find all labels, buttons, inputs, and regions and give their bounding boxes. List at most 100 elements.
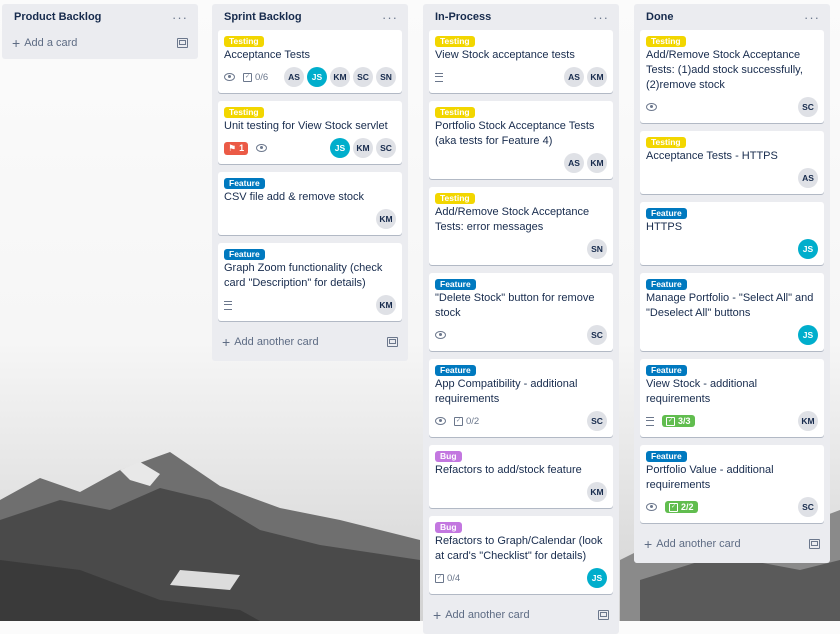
watch-badge bbox=[256, 144, 268, 152]
avatar[interactable]: KM bbox=[376, 209, 396, 229]
card-title: View Stock - additional requirements bbox=[646, 378, 758, 405]
card-members: AS JS KM SC SN bbox=[284, 67, 396, 87]
checklist-icon: ✓ bbox=[666, 416, 675, 426]
card-footer: KM bbox=[435, 481, 607, 503]
add-card-wrapper: + Add another card bbox=[222, 334, 319, 350]
avatar[interactable]: KM bbox=[330, 67, 350, 87]
watch-badge bbox=[646, 503, 657, 511]
card-footer: SC bbox=[435, 324, 607, 346]
card-members: SC bbox=[587, 325, 607, 345]
avatar[interactable]: AS bbox=[564, 153, 584, 173]
list-title[interactable]: Done bbox=[646, 11, 674, 23]
checklist-icon: ✓ bbox=[435, 573, 444, 583]
list-menu-icon[interactable]: ··· bbox=[593, 11, 609, 24]
card-footer: AS KM bbox=[435, 152, 607, 174]
avatar[interactable]: SC bbox=[376, 138, 396, 158]
card-template-icon[interactable] bbox=[387, 337, 398, 347]
card[interactable]: Bug Refactors to add/stock feature KM bbox=[429, 445, 613, 508]
add-card-button[interactable]: + Add another card bbox=[429, 602, 613, 628]
avatar[interactable]: AS bbox=[284, 67, 304, 87]
avatar[interactable]: KM bbox=[376, 295, 396, 315]
card-label: Feature bbox=[224, 249, 265, 260]
eye-icon bbox=[646, 503, 657, 511]
card[interactable]: Feature HTTPS JS bbox=[640, 202, 824, 265]
card-members: KM bbox=[376, 295, 396, 315]
card-members: SC bbox=[798, 97, 818, 117]
card[interactable]: Feature App Compatibility - additional re… bbox=[429, 359, 613, 437]
card[interactable]: Feature Manage Portfolio - "Select All" a… bbox=[640, 273, 824, 351]
avatar[interactable]: SC bbox=[587, 325, 607, 345]
add-card-label: Add another card bbox=[445, 609, 530, 621]
avatar[interactable]: SN bbox=[376, 67, 396, 87]
card[interactable]: Feature Graph Zoom functionality (check c… bbox=[218, 243, 402, 321]
avatar[interactable]: JS bbox=[307, 67, 327, 87]
avatar[interactable]: JS bbox=[587, 568, 607, 588]
avatar[interactable]: KM bbox=[587, 153, 607, 173]
list-title[interactable]: Sprint Backlog bbox=[224, 11, 302, 23]
card-footer: ⚑ 1 JS KM SC bbox=[224, 137, 396, 159]
card[interactable]: Testing View Stock acceptance tests AS KM bbox=[429, 30, 613, 93]
avatar[interactable]: SC bbox=[587, 411, 607, 431]
avatar[interactable]: JS bbox=[798, 239, 818, 259]
card-badges: ✓ 2/2 bbox=[646, 501, 698, 513]
card-label: Testing bbox=[435, 107, 475, 118]
card[interactable]: Testing Portfolio Stock Acceptance Tests … bbox=[429, 101, 613, 179]
card-template-icon[interactable] bbox=[598, 610, 609, 620]
card[interactable]: Testing Unit testing for View Stock servl… bbox=[218, 101, 402, 164]
add-card-button[interactable]: + Add another card bbox=[640, 531, 824, 557]
bell-icon: ⚑ bbox=[228, 142, 237, 153]
list-menu-icon[interactable]: ··· bbox=[804, 11, 820, 24]
card-label: Feature bbox=[646, 365, 687, 376]
list-product-backlog: Product Backlog ··· + Add a card bbox=[2, 4, 198, 59]
card-badges bbox=[435, 331, 446, 339]
avatar[interactable]: SC bbox=[798, 497, 818, 517]
checklist-icon: ✓ bbox=[454, 416, 463, 426]
avatar[interactable]: SC bbox=[353, 67, 373, 87]
card-footer: JS bbox=[646, 324, 818, 346]
avatar[interactable]: KM bbox=[587, 482, 607, 502]
due-count: 1 bbox=[239, 143, 245, 153]
avatar[interactable]: KM bbox=[798, 411, 818, 431]
card-template-icon[interactable] bbox=[177, 38, 188, 48]
card[interactable]: Feature "Delete Stock" button for remove … bbox=[429, 273, 613, 351]
add-card-label: Add another card bbox=[656, 538, 741, 550]
card-label: Testing bbox=[646, 137, 686, 148]
card-title: Acceptance Tests - HTTPS bbox=[646, 150, 778, 162]
card[interactable]: Feature Portfolio Value - additional requ… bbox=[640, 445, 824, 523]
avatar[interactable]: SN bbox=[587, 239, 607, 259]
list-menu-icon[interactable]: ··· bbox=[382, 11, 398, 24]
card-title: View Stock acceptance tests bbox=[435, 49, 575, 61]
list-title[interactable]: In-Process bbox=[435, 11, 491, 23]
card-members: AS bbox=[798, 168, 818, 188]
avatar[interactable]: JS bbox=[330, 138, 350, 158]
card-title: HTTPS bbox=[646, 221, 683, 233]
add-card-button[interactable]: + Add a card bbox=[8, 30, 192, 56]
card[interactable]: Testing Acceptance Tests ✓ 0/6 AS JS KM SC SN bbox=[218, 30, 402, 93]
card-footer: ✓ 0/6 AS JS KM SC SN bbox=[224, 66, 396, 88]
avatar[interactable]: SC bbox=[798, 97, 818, 117]
card[interactable]: Feature View Stock - additional requireme… bbox=[640, 359, 824, 437]
avatar[interactable]: KM bbox=[587, 67, 607, 87]
avatar[interactable]: AS bbox=[564, 67, 584, 87]
list-title[interactable]: Product Backlog bbox=[14, 11, 101, 23]
card[interactable]: Testing Acceptance Tests - HTTPS AS bbox=[640, 131, 824, 194]
list-menu-icon[interactable]: ··· bbox=[172, 11, 188, 24]
add-card-button[interactable]: + Add another card bbox=[218, 329, 402, 355]
card-template-icon[interactable] bbox=[809, 539, 820, 549]
card[interactable]: Testing Add/Remove Stock Acceptance Tests… bbox=[640, 30, 824, 123]
card[interactable]: Testing Add/Remove Stock Acceptance Tests… bbox=[429, 187, 613, 265]
avatar[interactable]: AS bbox=[798, 168, 818, 188]
card[interactable]: Bug Refactors to Graph/Calendar (look at … bbox=[429, 516, 613, 594]
description-icon bbox=[435, 72, 443, 82]
card-members: AS KM bbox=[564, 153, 607, 173]
checklist-count: 0/2 bbox=[466, 415, 480, 427]
checklist-icon: ✓ bbox=[243, 72, 252, 82]
card-members: KM bbox=[587, 482, 607, 502]
description-badge bbox=[435, 72, 443, 82]
eye-icon bbox=[435, 331, 446, 339]
card-title: Add/Remove Stock Acceptance Tests: (1)ad… bbox=[646, 49, 803, 91]
card-footer: SN bbox=[435, 238, 607, 260]
card[interactable]: Feature CSV file add & remove stock KM bbox=[218, 172, 402, 235]
avatar[interactable]: JS bbox=[798, 325, 818, 345]
avatar[interactable]: KM bbox=[353, 138, 373, 158]
